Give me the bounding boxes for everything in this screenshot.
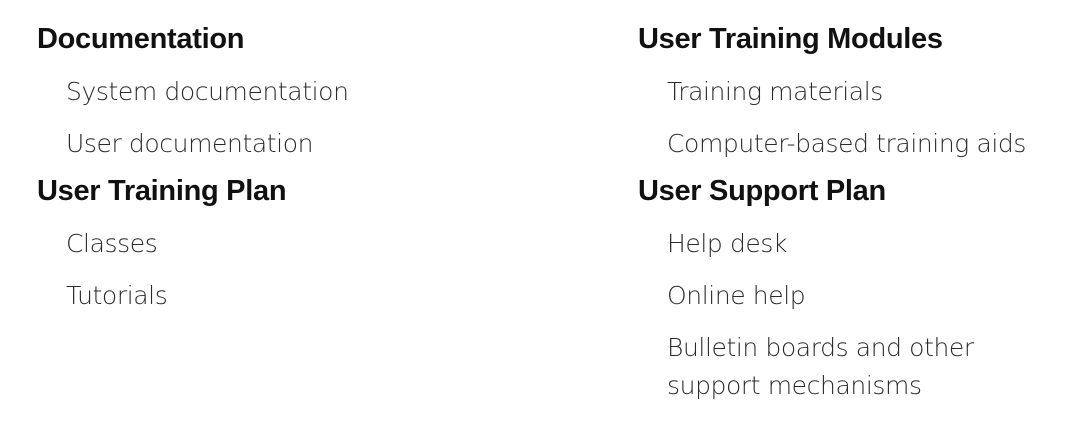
list-item: Online help (667, 281, 806, 310)
item-list: Help desk Online help Bulletin boards an… (638, 225, 1074, 414)
left-column: Documentation System documentation User … (37, 0, 557, 324)
right-column: User Training Modules Training materials… (638, 0, 1074, 414)
item-list: Training materials Computer-based traini… (638, 73, 1074, 172)
list-item: System documentation (66, 77, 349, 106)
section-heading: Documentation (37, 23, 245, 55)
list-item: Computer-based training aids (667, 129, 1027, 158)
list-item: Help desk (667, 229, 788, 258)
section-documentation: Documentation System documentation User … (37, 20, 557, 172)
list-item: Bulletin boards and other support mechan… (667, 333, 974, 400)
item-list: System documentation User documentation (37, 73, 557, 172)
section-heading: User Support Plan (638, 175, 886, 207)
section-heading: User Training Modules (638, 23, 943, 55)
section-user-training-modules: User Training Modules Training materials… (638, 20, 1074, 172)
list-item: Training materials (667, 77, 883, 106)
section-user-support-plan: User Support Plan Help desk Online help … (638, 172, 1074, 414)
list-item: User documentation (66, 129, 314, 158)
section-user-training-plan: User Training Plan Classes Tutorials (37, 172, 557, 324)
item-list: Classes Tutorials (37, 225, 557, 324)
list-item: Classes (66, 229, 158, 258)
list-item: Tutorials (66, 281, 168, 310)
section-heading: User Training Plan (37, 175, 287, 207)
